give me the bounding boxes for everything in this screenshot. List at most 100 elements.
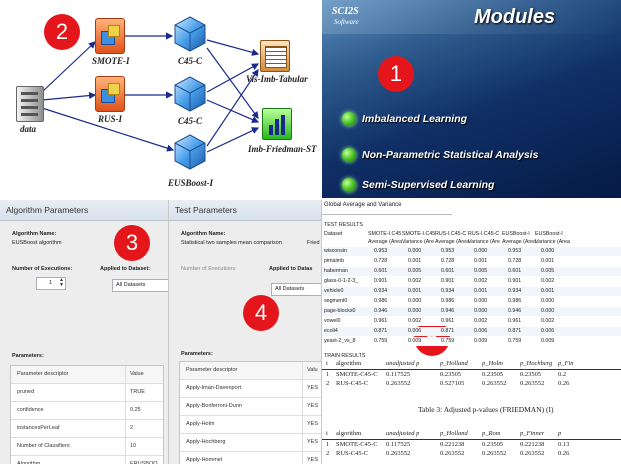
executions-stepper[interactable]: 1 ▲ ▼ (36, 277, 66, 290)
results-cell: 0.001 (408, 258, 422, 264)
pvalue-cell: SMOTE-C45-C (336, 441, 378, 448)
module-item-label: Non-Parametric Statistical Analysis (362, 149, 539, 161)
test-results-label: TEST RESULTS (324, 222, 363, 228)
pvalue-cell: 0.263552 (482, 450, 507, 457)
results-cell: EUSBoost-I (535, 231, 563, 237)
executions-label: Number of Executions: (12, 266, 73, 272)
pvalue-cell: 1 (326, 371, 330, 378)
results-cell: Variance (Are (402, 239, 434, 245)
executions-value: 1 (49, 280, 53, 286)
results-cell: wisconsin (324, 248, 347, 254)
c45-node-icon[interactable] (174, 16, 206, 52)
results-cell: Variance (Are (468, 239, 500, 245)
table-node-icon[interactable] (260, 40, 290, 72)
modules-panel: SCI2S Software Modules Imbalanced Learni… (322, 0, 621, 198)
module-item-label: Semi-Supervised Learning (362, 179, 495, 191)
results-cell: 0.009 (474, 338, 488, 344)
pvalue-cell: 0.23505 (482, 441, 504, 448)
pvalue-cell: 0.13 (558, 441, 570, 448)
applied-dataset-select[interactable]: All Datasets (271, 283, 321, 296)
table-row[interactable]: instancesPerLeaf 2 (11, 420, 163, 438)
results-cell: 0.002 (408, 318, 422, 324)
c45-node-icon[interactable] (174, 76, 206, 112)
eusboost-node-icon[interactable] (174, 134, 206, 170)
row-stripe (322, 267, 621, 276)
friedman-node-label: Imb-Friedman-ST (248, 144, 317, 154)
c45-node-label: C45-C (178, 56, 203, 66)
pvalue-header: algorithm (336, 360, 362, 367)
data-node-label: data (20, 124, 37, 134)
table-row[interactable]: confidence 0.25 (11, 402, 163, 420)
results-cell: 0.601 (374, 268, 388, 274)
results-cell: glass-0-1-2-3_ (324, 278, 359, 284)
results-cell: 0.000 (408, 248, 422, 254)
parameter-value: YES (302, 380, 321, 397)
parameters-table: Parameter descriptor Valu Apply-Iman-Dav… (179, 361, 321, 464)
table-header-row: Parameter descriptor Value (11, 366, 163, 384)
divider (322, 214, 452, 215)
results-cell: 0.759 (374, 338, 388, 344)
results-cell: 0.005 (541, 268, 555, 274)
results-cell: Average (Area (435, 239, 470, 245)
row-stripe (322, 327, 621, 336)
column-header: Value (125, 366, 166, 383)
results-cell: 0.946 (441, 308, 455, 314)
results-cell: RUS-I.C45-C (468, 231, 500, 237)
results-cell: 0.901 (508, 278, 522, 284)
pvalue-header: algorithm (336, 430, 362, 437)
spin-arrows-icon[interactable]: ▲ ▼ (59, 278, 64, 288)
chart-node-icon[interactable] (262, 108, 292, 140)
parameter-value: TRUE (125, 384, 166, 401)
applied-dataset-select[interactable]: All Datasets (112, 279, 168, 292)
results-cell: 0.005 (408, 268, 422, 274)
table-row[interactable]: pruned TRUE (11, 384, 163, 402)
pvalue-header: i (326, 430, 328, 437)
dialog-body: Algorithm Name: EUSBoost algorithm Numbe… (0, 221, 168, 464)
results-cell: SMOTE-I.C45 (402, 231, 436, 237)
pvalue-cell: 0.117525 (386, 441, 411, 448)
pvalue-cell: 0.263552 (520, 450, 545, 457)
table-row[interactable]: Apply-Hochberg YES (180, 434, 321, 452)
results-cell: 0.961 (441, 318, 455, 324)
table-row[interactable]: Number of Classifiers 10 (11, 438, 163, 456)
module-item-label: Imbalanced Learning (362, 113, 468, 125)
results-cell: pimaimb (324, 258, 345, 264)
pvalue-cell: 0.263552 (386, 450, 411, 457)
results-cell: 0.005 (474, 268, 488, 274)
results-cell: segment0 (324, 298, 348, 304)
results-cell: 0.000 (408, 298, 422, 304)
results-cell: Dataset (324, 231, 343, 237)
table-row[interactable]: Apply-Holm YES (180, 416, 321, 434)
divider (322, 369, 621, 370)
data-node-icon[interactable] (16, 86, 44, 122)
rus-node-icon[interactable] (95, 76, 125, 112)
applied-dataset-value: All Datasets (116, 282, 146, 288)
table-row[interactable]: Apply-Iman-Davenport YES (180, 380, 321, 398)
module-item-semisupervised[interactable]: Semi-Supervised Learning (342, 178, 494, 192)
pvalue-header: p_Holland (440, 430, 468, 437)
pvalue-cell: 0.23505 (440, 371, 462, 378)
c45-node-label: C45-C (178, 116, 203, 126)
results-cell: 0.759 (508, 338, 522, 344)
smote-node-icon[interactable] (95, 18, 125, 54)
results-cell: Average (Area (368, 239, 403, 245)
step-badge: 1 (378, 56, 414, 92)
results-cell: 0.901 (441, 278, 455, 284)
results-cell: 0.002 (541, 318, 555, 324)
module-item-imbalanced[interactable]: Imbalanced Learning (342, 112, 467, 126)
executions-label: Number of Executions: (181, 266, 237, 272)
results-cell: 0.986 (441, 298, 455, 304)
results-cell: 0.002 (474, 278, 488, 284)
module-item-statistical[interactable]: Non-Parametric Statistical Analysis (342, 148, 538, 162)
results-cell: 0.961 (374, 318, 388, 324)
results-cell: 0.000 (474, 298, 488, 304)
pvalue-cell: RUS-C45-C (336, 380, 369, 387)
pvalue-header: unadjusted p (386, 360, 420, 367)
row-stripe (322, 307, 621, 316)
sci2s-logo-subtitle: Software (334, 18, 359, 26)
table-row[interactable]: Algorithm ERUSBOO (11, 456, 163, 464)
table-row[interactable]: Apply-Bonferroni-Dunn YES (180, 398, 321, 416)
results-cell: 0.953 (374, 248, 388, 254)
results-cell: 0.601 (508, 268, 522, 274)
table-row[interactable]: Apply-Hommel YES (180, 452, 321, 464)
